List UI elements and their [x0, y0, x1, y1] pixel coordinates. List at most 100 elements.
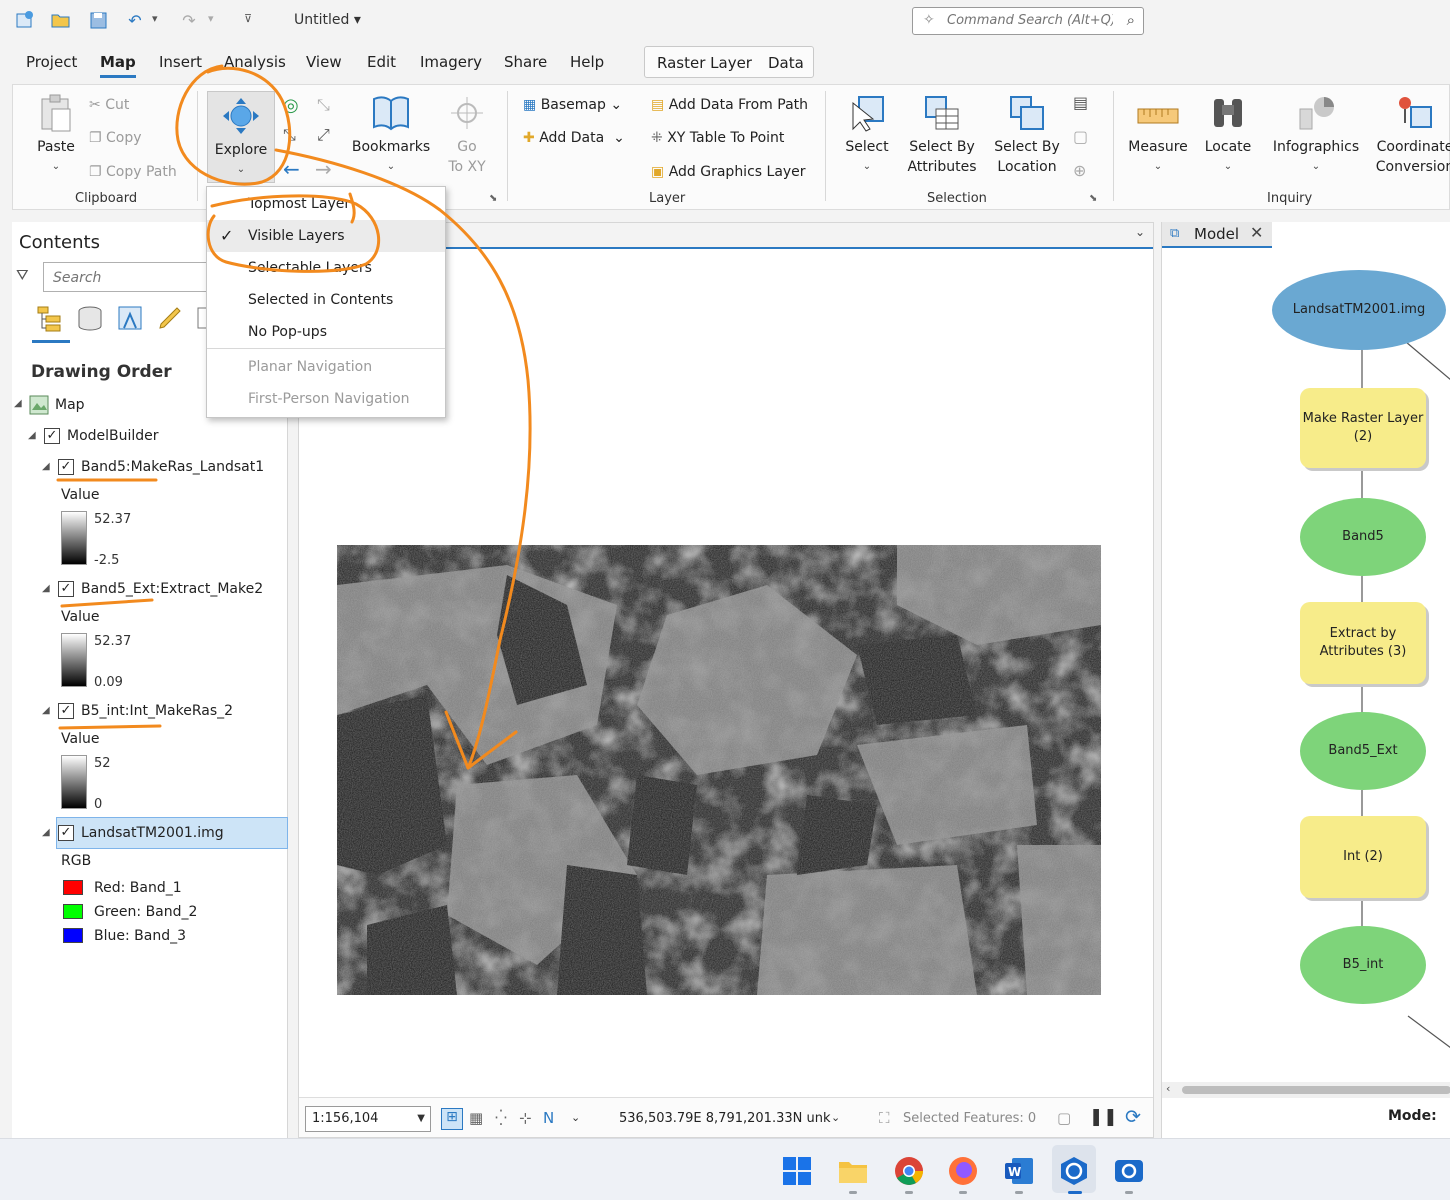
expand-layer-icon[interactable]: ◢ [42, 705, 50, 716]
expand-layer-icon[interactable]: ◢ [42, 583, 50, 594]
menu-item-topmost-layer[interactable]: Topmost Layer [207, 188, 445, 220]
contents-search-input[interactable] [51, 269, 211, 287]
tab-imagery[interactable]: Imagery [420, 53, 482, 71]
layer-visibility-checkbox[interactable]: ✓ [58, 825, 74, 841]
menu-item-visible-layers[interactable]: ✓ Visible Layers [207, 220, 445, 252]
layer-name[interactable]: Band5:MakeRas_Landsat1 [81, 459, 264, 475]
firefox-icon[interactable] [948, 1156, 978, 1186]
expand-layer-icon[interactable]: ◢ [42, 827, 50, 838]
model-node-input[interactable]: LandsatTM2001.img [1272, 270, 1446, 350]
constraint-icon[interactable]: ⁛ [495, 1109, 507, 1127]
tab-project[interactable]: Project [26, 53, 77, 71]
layer-name[interactable]: Band5_Ext:Extract_Make2 [81, 581, 263, 597]
add-data-button[interactable]: ✚ Add Data ⌄ [523, 130, 625, 146]
model-view[interactable]: ⧉ Model ✕ LandsatTM2001.img Make Raster … [1161, 222, 1450, 1138]
model-node-tool[interactable]: Extract by Attributes (3) [1300, 602, 1426, 684]
add-data-from-path-button[interactable]: ▤ Add Data From Path [651, 97, 808, 113]
measure-button[interactable]: Measure ⌄ [1123, 93, 1193, 177]
expand-layer-icon[interactable]: ◢ [42, 461, 50, 472]
model-node-output[interactable]: Band5_Ext [1300, 712, 1426, 790]
group-visibility-checkbox[interactable]: ✓ [44, 428, 60, 444]
document-title[interactable]: Untitled ▾ [294, 12, 361, 28]
group-layer-label[interactable]: ModelBuilder [67, 428, 159, 444]
selection-group-launcher-icon[interactable]: ⬊ [1089, 193, 1097, 204]
fixed-zoom-out-icon[interactable]: ⤢ [317, 125, 330, 145]
full-extent-icon[interactable]: ◎ [283, 95, 299, 116]
list-by-editing-icon[interactable] [156, 304, 184, 332]
navigate-group-launcher-icon[interactable]: ⬊ [489, 193, 497, 204]
menu-item-no-pop-ups[interactable]: No Pop-ups [207, 316, 445, 348]
list-by-data-source-icon[interactable] [76, 304, 104, 332]
layer-visibility-checkbox[interactable]: ✓ [58, 581, 74, 597]
model-node-tool[interactable]: Make Raster Layer (2) [1300, 388, 1426, 468]
command-search[interactable]: ✧ ⌕ [912, 7, 1144, 35]
open-project-icon[interactable] [50, 10, 72, 32]
expand-map-icon[interactable]: ◢ [14, 398, 22, 409]
anchor-icon[interactable]: ⊹ [519, 1109, 532, 1127]
contents-search[interactable] [43, 262, 219, 292]
infographics-button[interactable]: Infographics ⌄ [1269, 93, 1363, 177]
refresh-icon[interactable]: ⟳ [1125, 1106, 1141, 1128]
grid-icon[interactable]: ▦ [469, 1109, 483, 1127]
expand-group-icon[interactable]: ◢ [28, 430, 36, 441]
bookmarks-button[interactable]: Bookmarks ⌄ [351, 93, 431, 177]
coordinate-conversion-button[interactable]: Coordinate Conversion [1373, 93, 1450, 177]
menu-item-selectable-layers[interactable]: Selectable Layers [207, 252, 445, 284]
new-project-icon[interactable] [14, 10, 36, 32]
undo-icon[interactable]: ↶ [124, 10, 146, 32]
windows-start-icon[interactable] [782, 1156, 812, 1186]
pause-drawing-icon[interactable]: ❚❚ [1089, 1107, 1118, 1127]
tab-data[interactable]: Data [768, 54, 804, 72]
horizontal-scrollbar[interactable]: ‹ [1162, 1082, 1450, 1098]
xy-table-to-point-button[interactable]: ⁜ XY Table To Point [651, 130, 784, 146]
layer-visibility-checkbox[interactable]: ✓ [58, 703, 74, 719]
undo-dropdown-icon[interactable]: ▾ [152, 12, 158, 25]
tab-view[interactable]: View [306, 53, 342, 71]
tab-raster-layer[interactable]: Raster Layer [657, 54, 752, 72]
paste-button[interactable]: Paste ⌄ [33, 93, 79, 177]
chevron-down-icon[interactable]: ⌄ [1135, 225, 1145, 239]
chevron-down-icon[interactable]: ⌄ [571, 1111, 580, 1124]
map-node-label[interactable]: Map [55, 397, 85, 413]
grid-snap-icon[interactable]: ⊞ [441, 1108, 463, 1130]
model-node-output[interactable]: B5_int [1300, 926, 1426, 1004]
close-icon[interactable]: ✕ [1250, 223, 1263, 242]
tab-analysis[interactable]: Analysis [224, 53, 286, 71]
model-node-output[interactable]: Band5 [1300, 498, 1426, 576]
basemap-button[interactable]: ▦ Basemap ⌄ [523, 97, 622, 113]
layer-visibility-checkbox[interactable]: ✓ [58, 459, 74, 475]
select-button[interactable]: Select ⌄ [839, 93, 895, 177]
snipping-tool-icon[interactable] [1114, 1156, 1144, 1186]
attributes-table-icon[interactable]: ▤ [1073, 93, 1088, 112]
arcgis-pro-icon[interactable] [1059, 1156, 1089, 1186]
command-search-input[interactable] [945, 12, 1115, 29]
customize-toolbar-icon[interactable]: ⊽ [244, 12, 252, 25]
word-icon[interactable]: W [1004, 1156, 1034, 1186]
scroll-left-icon[interactable]: ‹ [1166, 1082, 1170, 1095]
list-by-drawing-order-icon[interactable] [36, 304, 64, 332]
chevron-down-icon[interactable]: ⌄ [831, 1111, 840, 1124]
tab-map[interactable]: Map [100, 53, 136, 78]
model-node-tool[interactable]: Int (2) [1300, 816, 1426, 898]
previous-extent-icon[interactable]: ← [283, 157, 300, 181]
tab-insert[interactable]: Insert [159, 53, 202, 71]
filter-icon[interactable]: ⛛ [16, 266, 29, 284]
chevron-down-icon[interactable]: ▼ [417, 1113, 425, 1124]
fixed-zoom-in-icon[interactable]: ⤡ [283, 125, 296, 145]
tab-model[interactable]: ⧉ Model ✕ [1162, 222, 1272, 248]
menu-item-selected-in-contents[interactable]: Selected in Contents [207, 284, 445, 316]
select-by-attributes-button[interactable]: Select By Attributes [903, 93, 981, 177]
locate-button[interactable]: Locate ⌄ [1199, 93, 1257, 177]
search-icon[interactable]: ⌕ [1127, 11, 1135, 29]
scale-selector[interactable]: 1:156,104 ▼ [305, 1106, 431, 1132]
layer-name[interactable]: B5_int:Int_MakeRas_2 [81, 703, 233, 719]
tab-share[interactable]: Share [504, 53, 547, 71]
tab-help[interactable]: Help [570, 53, 604, 71]
tab-edit[interactable]: Edit [367, 53, 396, 71]
chrome-icon[interactable] [894, 1156, 924, 1186]
explore-button[interactable]: Explore ⌄ [207, 91, 275, 183]
select-by-location-button[interactable]: Select By Location [989, 93, 1065, 177]
file-explorer-icon[interactable] [838, 1156, 868, 1186]
layer-name[interactable]: LandsatTM2001.img [81, 825, 224, 841]
north-arrow-icon[interactable]: N [543, 1109, 554, 1127]
